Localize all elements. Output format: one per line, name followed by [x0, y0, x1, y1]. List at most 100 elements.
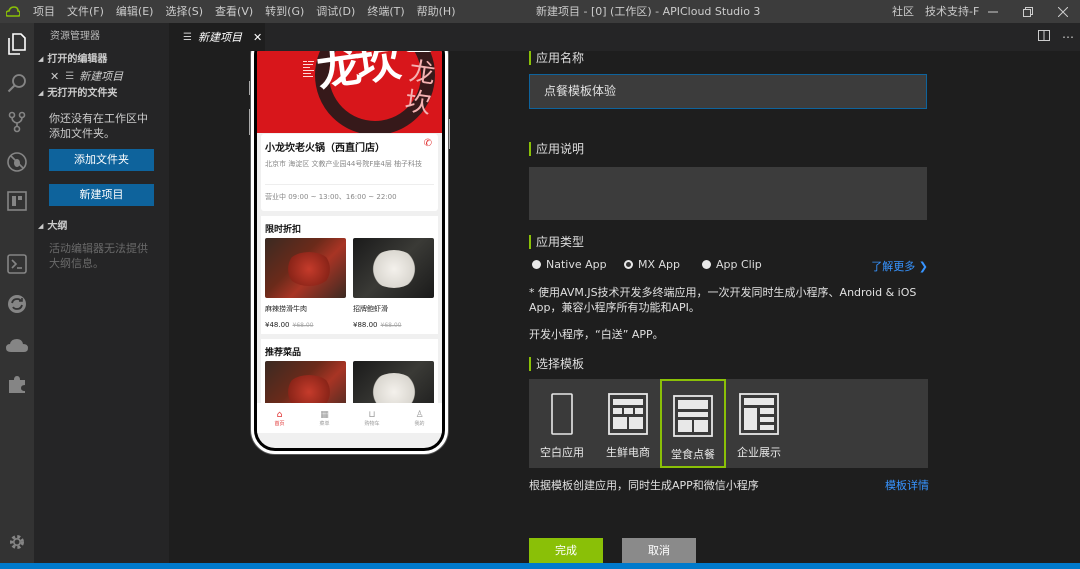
radio-app-clip[interactable]: App Clip [702, 258, 762, 271]
source-control-icon[interactable] [0, 105, 34, 139]
outline-header[interactable]: ◢ 大纲 [34, 218, 169, 235]
phone-call-icon[interactable]: ✆ [424, 138, 432, 149]
window-controls [975, 0, 1080, 23]
minimize-icon[interactable] [975, 0, 1010, 23]
menu-bar: 项目 文件(F) 编辑(E) 选择(S) 查看(V) 转到(G) 调试(D) 终… [27, 0, 462, 23]
open-editors-header[interactable]: ◢ 打开的编辑器 [34, 51, 169, 68]
discount-section: 限时折扣 麻辣捞滑牛肉 ¥48.00 ¥68.00 招牌鲍虾滑 ¥88.00 ¥68… [261, 216, 438, 334]
chevron-down-icon: ◢ [38, 89, 44, 97]
close-window-icon[interactable] [1045, 0, 1080, 23]
outline-label: 大纲 [47, 221, 68, 232]
outline-message: 活动编辑器无法提供大纲信息。 [49, 242, 148, 270]
mini-program-capsule[interactable]: ••• ◉ [404, 51, 434, 52]
radio-label: MX App [638, 258, 681, 271]
dish-name: 麻辣捞滑牛肉 [265, 305, 307, 313]
phone-tab-label: 我的 [414, 420, 425, 427]
more-actions-icon[interactable]: ⋯ [1056, 30, 1080, 44]
template-label-text: 企业展示 [737, 446, 781, 459]
editor-tab-bar: ☰ 新建项目 ✕ ⋯ [169, 23, 1080, 51]
radio-label: Native App [546, 258, 607, 271]
dish-name: 招牌鲍虾滑 [353, 305, 388, 313]
app-name-input[interactable]: 点餐模板体验 [529, 74, 927, 109]
dish-image-shrimp [353, 238, 434, 298]
explorer-sidebar: 资源管理器 ◢ 打开的编辑器 ✕ ☰ 新建项目 ◢ 无打开的文件夹 你还没有在工… [34, 23, 169, 563]
explorer-icon[interactable] [0, 27, 34, 61]
menu-grid-icon: ▦ [320, 409, 329, 420]
radio-dot [532, 260, 541, 269]
tab-new-project[interactable]: ☰ 新建项目 ✕ [169, 23, 265, 51]
menu-goto[interactable]: 转到(G) [259, 0, 310, 23]
debug-icon[interactable] [0, 145, 34, 179]
phone-tab-home[interactable]: ⌂ 首页 [274, 410, 284, 427]
menu-view[interactable]: 查看(V) [209, 0, 259, 23]
menu-file[interactable]: 文件(F) [61, 0, 110, 23]
phone-tab-cart[interactable]: ⊔ 购物车 [364, 410, 379, 427]
plugin-icon[interactable] [0, 367, 34, 401]
tab-label: 新建项目 [197, 31, 242, 44]
phone-tab-menu[interactable]: ▦ 菜单 [319, 410, 329, 427]
template-footer-text: 根据模板创建应用，同时生成APP和微信小程序 [529, 479, 759, 492]
support-link[interactable]: 技术支持-F [925, 0, 979, 23]
radio-mx-app[interactable]: MX App [624, 258, 680, 271]
dish-card[interactable]: 招牌鲍虾滑 ¥88.00 ¥68.00 [353, 238, 434, 329]
template-ecommerce[interactable]: 生鲜电商 [595, 379, 661, 468]
store-banner-image: 龙坎 龙坎 ••• ◉ [257, 51, 442, 133]
divider [265, 184, 434, 185]
cancel-button[interactable]: 取消 [622, 538, 696, 563]
split-editor-icon[interactable] [1032, 30, 1056, 44]
search-icon[interactable] [0, 66, 34, 100]
learn-more-link[interactable]: 了解更多 ❯ [871, 258, 928, 274]
phone-tab-label: 购物车 [364, 420, 380, 427]
menu-project[interactable]: 项目 [27, 0, 61, 23]
ecommerce-layout-icon [607, 393, 649, 435]
radio-dot [624, 260, 633, 269]
app-desc-label: 应用说明 [529, 142, 584, 156]
extensions-panel-icon[interactable] [0, 184, 34, 218]
menu-debug[interactable]: 调试(D) [310, 0, 361, 23]
avm-note: * 使用AVM.JS技术开发多终端应用，一次开发同时生成小程序、Android … [529, 286, 917, 314]
template-blank[interactable]: 空白应用 [529, 379, 595, 468]
menu-help[interactable]: 帮助(H) [411, 0, 462, 23]
done-button[interactable]: 完成 [529, 538, 603, 563]
menu-edit[interactable]: 编辑(E) [110, 0, 160, 23]
template-detail-link[interactable]: 模板详情 [885, 477, 929, 493]
add-folder-button[interactable]: 添加文件夹 [49, 149, 154, 171]
template-label: 选择模板 [529, 357, 584, 371]
close-icon[interactable]: ✕ [50, 68, 59, 85]
store-name: 小龙坎老火锅（西直门店） [265, 143, 385, 154]
dish-card[interactable]: 麻辣捞滑牛肉 ¥48.00 ¥68.00 [265, 238, 346, 329]
banner-title: 龙坎 [313, 51, 401, 98]
close-icon[interactable]: ✕ [253, 31, 262, 44]
terminal-icon[interactable] [0, 247, 34, 281]
recommend-section-title: 推荐菜品 [265, 348, 302, 358]
settings-gear-icon[interactable] [0, 525, 34, 559]
phone-tab-bar: ⌂ 首页 ▦ 菜单 ⊔ 购物车 ♙ 我的 [257, 403, 442, 433]
sync-icon[interactable] [0, 287, 34, 321]
template-dine-in[interactable]: 堂食点餐 [660, 379, 726, 468]
community-link[interactable]: 社区 [892, 0, 914, 23]
radio-native-app[interactable]: Native App [532, 258, 607, 271]
no-folder-header[interactable]: ◢ 无打开的文件夹 [34, 85, 169, 102]
template-picker: 空白应用 生鲜电商 堂食点餐 企业展示 [529, 379, 928, 468]
template-label-text: 堂食点餐 [671, 448, 715, 461]
open-editor-item[interactable]: ✕ ☰ 新建项目 [34, 68, 169, 85]
open-editors-label: 打开的编辑器 [47, 54, 108, 65]
open-editor-label: 新建项目 [79, 70, 124, 83]
cloud-icon[interactable] [0, 328, 34, 362]
app-name-label: 应用名称 [529, 51, 584, 65]
phone-tab-profile[interactable]: ♙ 我的 [414, 410, 424, 427]
template-corporate[interactable]: 企业展示 [726, 379, 792, 468]
dish-image-beef [265, 238, 346, 298]
recommend-section: 推荐菜品 [261, 339, 438, 421]
store-hours: 营业中 09:00 ~ 13:00、16:00 ~ 22:00 [265, 193, 397, 201]
template-label-text: 空白应用 [540, 446, 584, 459]
title-bar: 项目 文件(F) 编辑(E) 选择(S) 查看(V) 转到(G) 调试(D) 终… [0, 0, 1080, 23]
new-project-button[interactable]: 新建项目 [49, 184, 154, 206]
app-desc-textarea[interactable] [529, 167, 927, 220]
menu-terminal[interactable]: 终端(T) [361, 0, 410, 23]
restore-icon[interactable] [1010, 0, 1045, 23]
explorer-title: 资源管理器 [50, 31, 100, 42]
dish-price: ¥48.00 ¥68.00 [265, 321, 314, 329]
app-type-label: 应用类型 [529, 235, 584, 249]
menu-selection[interactable]: 选择(S) [159, 0, 209, 23]
